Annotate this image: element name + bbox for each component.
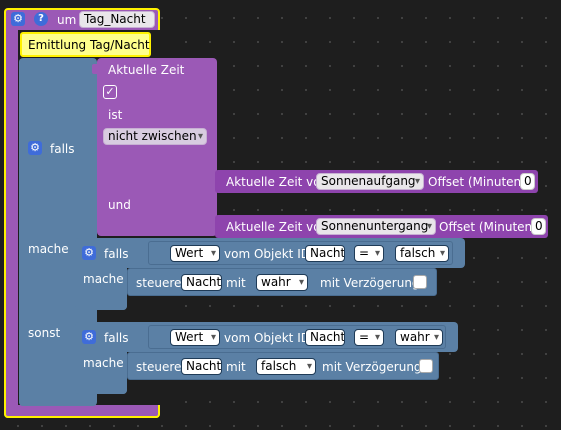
astro-sunset-offset-label: Offset (Minuten) xyxy=(439,220,537,234)
inner-if-2-operator-dropdown[interactable]: = xyxy=(354,329,384,346)
inner-if-2-object-id[interactable]: Nacht xyxy=(305,329,345,346)
set-state-1-label: steuere xyxy=(136,276,182,290)
function-block-bottom xyxy=(4,405,160,418)
comment-block[interactable]: Emittlung Tag/Nacht xyxy=(20,32,151,57)
set-state-1-value-dropdown[interactable]: wahr xyxy=(256,274,308,291)
inner-if-1-if-label: falls xyxy=(104,247,129,261)
set-state-2-value-dropdown[interactable]: falsch xyxy=(256,358,316,375)
set-state-2-with-label: mit xyxy=(226,360,246,374)
gear-icon[interactable]: ⚙ xyxy=(82,246,96,260)
astro-sunset-offset-input[interactable]: 0 xyxy=(531,218,546,235)
set-state-2-label: steuere xyxy=(136,360,182,374)
inner-if-1-compare-dropdown[interactable]: falsch xyxy=(395,245,449,262)
astro-sunrise-event-dropdown[interactable]: Sonnenaufgang xyxy=(316,173,424,190)
time-compare-is-label: ist xyxy=(108,108,123,122)
inner-if-2-bottom xyxy=(75,380,127,394)
then-label: mache xyxy=(28,242,69,256)
gear-icon[interactable]: ⚙ xyxy=(11,12,25,26)
gear-icon[interactable]: ⚙ xyxy=(82,330,96,344)
inner-if-1-then-label: mache xyxy=(83,272,124,286)
if-label: falls xyxy=(50,142,75,156)
inner-if-1-object-id[interactable]: Nacht xyxy=(305,245,345,262)
set-state-1-delay-checkbox[interactable] xyxy=(413,275,427,289)
outer-if-bottom xyxy=(19,395,67,406)
inner-if-1-value-dropdown[interactable]: Wert xyxy=(170,245,220,262)
inner-if-2-if-label: falls xyxy=(104,331,129,345)
inner-if-1-operator-dropdown[interactable]: = xyxy=(354,245,384,262)
inner-if-2-compare-dropdown[interactable]: wahr xyxy=(395,329,443,346)
time-compare-title: Aktuelle Zeit xyxy=(108,63,185,77)
set-state-1-delay-label: mit Verzögerung xyxy=(320,276,420,290)
set-state-2-target[interactable]: Nacht xyxy=(181,358,222,375)
astro-sunrise-offset-label: Offset (Minuten) xyxy=(428,175,526,189)
astro-sunrise-offset-input[interactable]: 0 xyxy=(520,173,535,190)
comment-text: Emittlung Tag/Nacht xyxy=(28,38,150,52)
checkmark-icon[interactable]: ✓ xyxy=(103,85,117,99)
set-state-1-with-label: mit xyxy=(226,276,246,290)
set-state-1-target[interactable]: Nacht xyxy=(181,274,222,291)
inner-if-1-bottom xyxy=(75,296,127,310)
astro-sunset-label: Aktuelle Zeit von xyxy=(226,220,329,234)
and-label: und xyxy=(108,198,131,212)
time-compare-notch xyxy=(92,64,99,74)
set-state-2-delay-label: mit Verzögerung xyxy=(322,360,422,374)
time-compare-operator-dropdown[interactable]: nicht zwischen xyxy=(103,128,207,145)
inner-if-2-value-dropdown[interactable]: Wert xyxy=(170,329,220,346)
inner-if-1-object-label: vom Objekt ID xyxy=(224,247,310,261)
astro-sunrise-label: Aktuelle Zeit von xyxy=(226,175,329,189)
else-label: sonst xyxy=(28,326,61,340)
set-state-2-delay-checkbox[interactable] xyxy=(419,359,433,373)
inner-if-2-object-label: vom Objekt ID xyxy=(224,331,310,345)
help-icon[interactable]: ? xyxy=(34,12,48,26)
astro-sunset-event-dropdown[interactable]: Sonnenuntergang xyxy=(316,218,436,235)
function-keyword: um xyxy=(57,13,77,27)
inner-if-2-then-label: mache xyxy=(83,356,124,370)
function-name-field[interactable]: Tag_Nacht xyxy=(79,11,155,28)
gear-icon[interactable]: ⚙ xyxy=(28,141,42,155)
